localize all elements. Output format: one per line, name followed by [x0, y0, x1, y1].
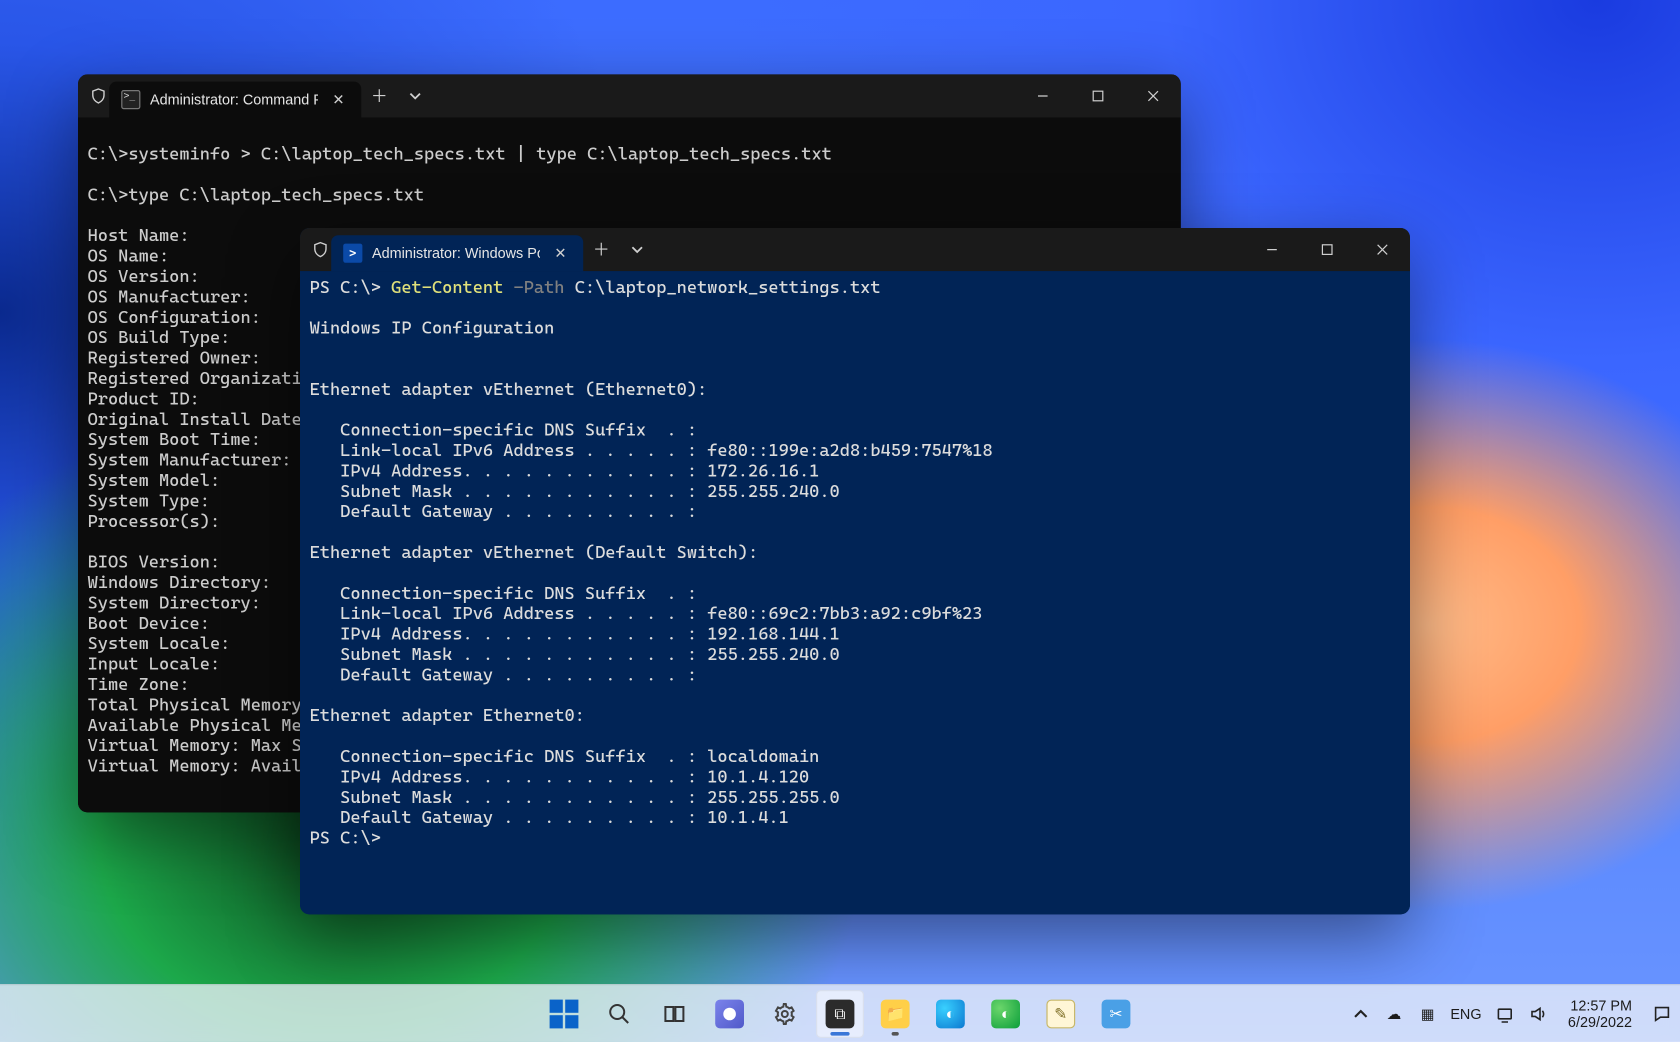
terminal-button[interactable]: ⧉ [816, 989, 864, 1037]
minimize-button[interactable] [1244, 230, 1299, 268]
new-tab-button[interactable]: ＋ [361, 78, 397, 114]
start-button[interactable] [540, 989, 588, 1037]
powershell-app-icon [343, 244, 362, 263]
language-indicator[interactable]: ENG [1450, 1005, 1481, 1022]
notifications-icon[interactable] [1651, 1003, 1673, 1025]
clock[interactable]: 12:57 PM 6/29/2022 [1568, 997, 1632, 1031]
tab-dropdown-button[interactable] [397, 78, 433, 114]
task-view-button[interactable] [650, 989, 698, 1037]
clock-time: 12:57 PM [1568, 997, 1632, 1014]
new-tab-button[interactable]: ＋ [583, 232, 619, 268]
tray-overflow-icon[interactable] [1350, 1003, 1372, 1025]
cmd-app-icon [121, 90, 140, 109]
network-icon[interactable] [1494, 1003, 1516, 1025]
ps-tab-title: Administrator: Windows Powe [372, 245, 540, 262]
ps-tab[interactable]: Administrator: Windows Powe ✕ [331, 235, 583, 271]
close-tab-icon[interactable]: ✕ [550, 242, 572, 264]
notepad-button[interactable]: ✎ [1037, 989, 1085, 1037]
settings-button[interactable] [761, 989, 809, 1037]
vm-tools-icon[interactable]: ▦ [1417, 1003, 1439, 1025]
edge-button[interactable]: ◐ [926, 989, 974, 1037]
file-explorer-button[interactable]: 📁 [871, 989, 919, 1037]
onedrive-icon[interactable]: ☁ [1383, 1003, 1405, 1025]
cmd-tab[interactable]: Administrator: Command Pro ✕ [109, 82, 361, 118]
tab-dropdown-button[interactable] [619, 232, 655, 268]
maximize-button[interactable] [1070, 77, 1125, 115]
taskbar: ⧉ 📁 ◐ ◐ ✎ ✂ ☁ ▦ ENG 12:57 PM 6/29/2022 [0, 984, 1680, 1042]
close-button[interactable] [1126, 77, 1181, 115]
system-tray: ☁ ▦ ENG 12:57 PM 6/29/2022 [1350, 997, 1673, 1031]
volume-icon[interactable] [1527, 1003, 1549, 1025]
ps-titlebar[interactable]: Administrator: Windows Powe ✕ ＋ [300, 228, 1410, 271]
taskbar-center: ⧉ 📁 ◐ ◐ ✎ ✂ [540, 989, 1140, 1037]
shield-icon [310, 239, 332, 261]
cmd-titlebar[interactable]: Administrator: Command Pro ✕ ＋ [78, 74, 1181, 117]
ps-output[interactable]: PS C:\> Get-Content -Path C:\laptop_netw… [300, 271, 1410, 914]
close-button[interactable] [1355, 230, 1410, 268]
shield-icon [88, 85, 110, 107]
close-tab-icon[interactable]: ✕ [328, 89, 350, 111]
maximize-button[interactable] [1300, 230, 1355, 268]
chat-button[interactable] [706, 989, 754, 1037]
cmd-tab-title: Administrator: Command Pro [150, 91, 318, 108]
minimize-button[interactable] [1015, 77, 1070, 115]
search-button[interactable] [595, 989, 643, 1037]
clock-date: 6/29/2022 [1568, 1013, 1632, 1030]
snipping-tool-button[interactable]: ✂ [1092, 989, 1140, 1037]
powershell-window: Administrator: Windows Powe ✕ ＋ PS C:\> … [300, 228, 1410, 914]
edge-dev-button[interactable]: ◐ [982, 989, 1030, 1037]
